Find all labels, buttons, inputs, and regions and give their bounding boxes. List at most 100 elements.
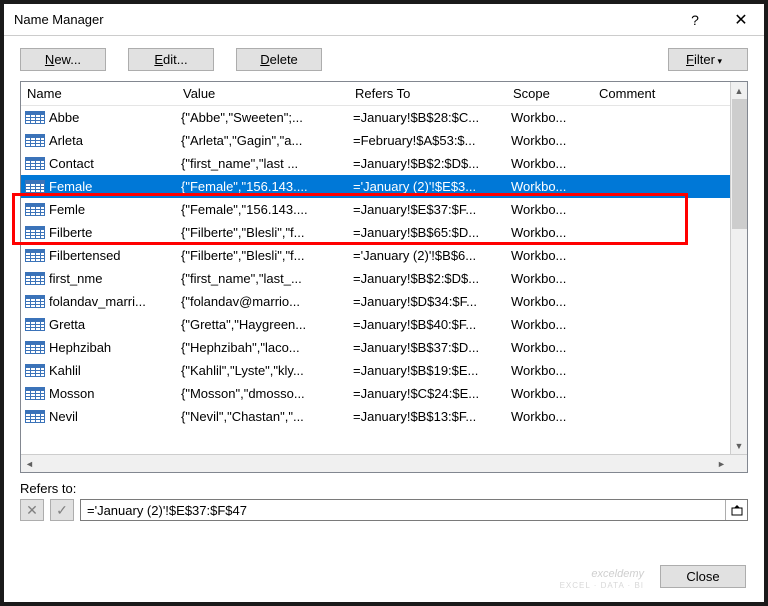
titlebar: Name Manager ? ✕ — [4, 4, 764, 36]
name-icon — [25, 410, 45, 423]
refers-accept-button[interactable]: ✓ — [50, 499, 74, 521]
value-cell: {"first_name","last_... — [177, 271, 349, 286]
dialog-title: Name Manager — [14, 12, 672, 27]
name-icon — [25, 318, 45, 331]
table-row[interactable]: Femle{"Female","156.143....=January!$E$3… — [21, 198, 747, 221]
name-icon — [25, 203, 45, 216]
refers-cell: =February!$A$53:$... — [349, 133, 507, 148]
help-button[interactable]: ? — [672, 4, 718, 36]
value-cell: {"Abbe","Sweeten";... — [177, 110, 349, 125]
table-row[interactable]: Mosson{"Mosson","dmosso...=January!$C$24… — [21, 382, 747, 405]
name-icon — [25, 157, 45, 170]
value-cell: {"Filberte","Blesli","f... — [177, 225, 349, 240]
table-row[interactable]: Female {"Female","156.143....='January (2… — [21, 175, 747, 198]
col-header-value[interactable]: Value — [177, 83, 349, 104]
refers-cell: =January!$B$19:$E... — [349, 363, 507, 378]
name-icon — [25, 180, 45, 193]
scope-cell: Workbo... — [507, 133, 593, 148]
table-row[interactable]: Arleta{"Arleta","Gagin","a...=February!$… — [21, 129, 747, 152]
table-row[interactable]: Filbertensed{"Filberte","Blesli","f...='… — [21, 244, 747, 267]
name-cell: Arleta — [49, 133, 83, 148]
scope-cell: Workbo... — [507, 179, 593, 194]
name-icon — [25, 111, 45, 124]
name-cell: Contact — [49, 156, 94, 171]
refers-cell: =January!$B$65:$D... — [349, 225, 507, 240]
value-cell: {"Nevil","Chastan","... — [177, 409, 349, 424]
refers-cell: ='January (2)'!$B$6... — [349, 248, 507, 263]
value-cell: {"Female","156.143.... — [177, 202, 349, 217]
refers-cell: =January!$B$13:$F... — [349, 409, 507, 424]
refers-to-label: Refers to: — [20, 481, 748, 496]
scope-cell: Workbo... — [507, 386, 593, 401]
table-row[interactable]: Nevil {"Nevil","Chastan","...=January!$B$… — [21, 405, 747, 428]
range-picker-button[interactable] — [725, 500, 747, 520]
col-header-name[interactable]: Name — [21, 83, 177, 104]
list-header: Name Value Refers To Scope Comment — [21, 82, 747, 106]
name-cell: Hephzibah — [49, 340, 111, 355]
name-cell: Filbertensed — [49, 248, 121, 263]
scroll-thumb[interactable] — [732, 99, 747, 229]
scope-cell: Workbo... — [507, 317, 593, 332]
col-header-comment[interactable]: Comment — [593, 83, 693, 104]
name-cell: Kahlil — [49, 363, 81, 378]
delete-button[interactable]: Delete — [236, 48, 322, 71]
table-row[interactable]: folandav_marri...{"folandav@marrio...=Ja… — [21, 290, 747, 313]
close-button[interactable]: Close — [660, 565, 746, 588]
name-cell: Nevil — [49, 409, 78, 424]
name-icon — [25, 272, 45, 285]
value-cell: {"Hephzibah","laco... — [177, 340, 349, 355]
scroll-left-icon[interactable]: ◄ — [21, 455, 38, 472]
edit-button[interactable]: Edit... — [128, 48, 214, 71]
name-icon — [25, 341, 45, 354]
value-cell: {"folandav@marrio... — [177, 294, 349, 309]
scope-cell: Workbo... — [507, 110, 593, 125]
table-row[interactable]: Contact {"first_name","last ...=January!$… — [21, 152, 747, 175]
scroll-right-icon[interactable]: ► — [713, 455, 730, 472]
value-cell: {"Mosson","dmosso... — [177, 386, 349, 401]
col-header-refers[interactable]: Refers To — [349, 83, 507, 104]
refers-cell: =January!$B$28:$C... — [349, 110, 507, 125]
table-row[interactable]: first_nme {"first_name","last_...=January… — [21, 267, 747, 290]
name-icon — [25, 387, 45, 400]
horizontal-scrollbar[interactable]: ◄ ► — [21, 454, 747, 472]
close-x-button[interactable]: ✕ — [718, 4, 764, 36]
value-cell: {"first_name","last ... — [177, 156, 349, 171]
name-icon — [25, 134, 45, 147]
value-cell: {"Female","156.143.... — [177, 179, 349, 194]
table-row[interactable]: Hephzibah {"Hephzibah","laco...=January!$… — [21, 336, 747, 359]
refers-cell: =January!$B$2:$D$... — [349, 271, 507, 286]
scope-cell: Workbo... — [507, 156, 593, 171]
scope-cell: Workbo... — [507, 409, 593, 424]
watermark-sub: EXCEL · DATA · BI — [560, 581, 644, 590]
name-cell: first_nme — [49, 271, 102, 286]
scroll-down-icon[interactable]: ▼ — [731, 437, 747, 454]
scope-cell: Workbo... — [507, 202, 593, 217]
scope-cell: Workbo... — [507, 294, 593, 309]
name-icon — [25, 295, 45, 308]
value-cell: {"Kahlil","Lyste","kly... — [177, 363, 349, 378]
table-row[interactable]: Filberte{"Filberte","Blesli","f...=Janua… — [21, 221, 747, 244]
refers-cell: ='January (2)'!$E$3... — [349, 179, 507, 194]
col-header-scope[interactable]: Scope — [507, 83, 593, 104]
table-row[interactable]: Gretta{"Gretta","Haygreen...=January!$B$… — [21, 313, 747, 336]
name-cell: Mosson — [49, 386, 95, 401]
table-row[interactable]: Kahlil {"Kahlil","Lyste","kly...=January!… — [21, 359, 747, 382]
scope-cell: Workbo... — [507, 363, 593, 378]
refers-cell: =January!$B$2:$D$... — [349, 156, 507, 171]
watermark: exceldemy — [591, 568, 644, 580]
name-icon — [25, 364, 45, 377]
value-cell: {"Gretta","Haygreen... — [177, 317, 349, 332]
refers-cell: =January!$B$40:$F... — [349, 317, 507, 332]
refers-to-input[interactable] — [81, 500, 725, 520]
scope-cell: Workbo... — [507, 225, 593, 240]
scope-cell: Workbo... — [507, 248, 593, 263]
scroll-up-icon[interactable]: ▲ — [731, 82, 747, 99]
name-cell: Female — [49, 179, 92, 194]
refers-cancel-button[interactable]: ✕ — [20, 499, 44, 521]
refers-cell: =January!$B$37:$D... — [349, 340, 507, 355]
range-picker-icon — [731, 504, 743, 516]
table-row[interactable]: Abbe{"Abbe","Sweeten";...=January!$B$28:… — [21, 106, 747, 129]
new-button[interactable]: New... — [20, 48, 106, 71]
vertical-scrollbar[interactable]: ▲ ▼ — [730, 82, 747, 454]
filter-button[interactable]: Filter — [668, 48, 748, 71]
